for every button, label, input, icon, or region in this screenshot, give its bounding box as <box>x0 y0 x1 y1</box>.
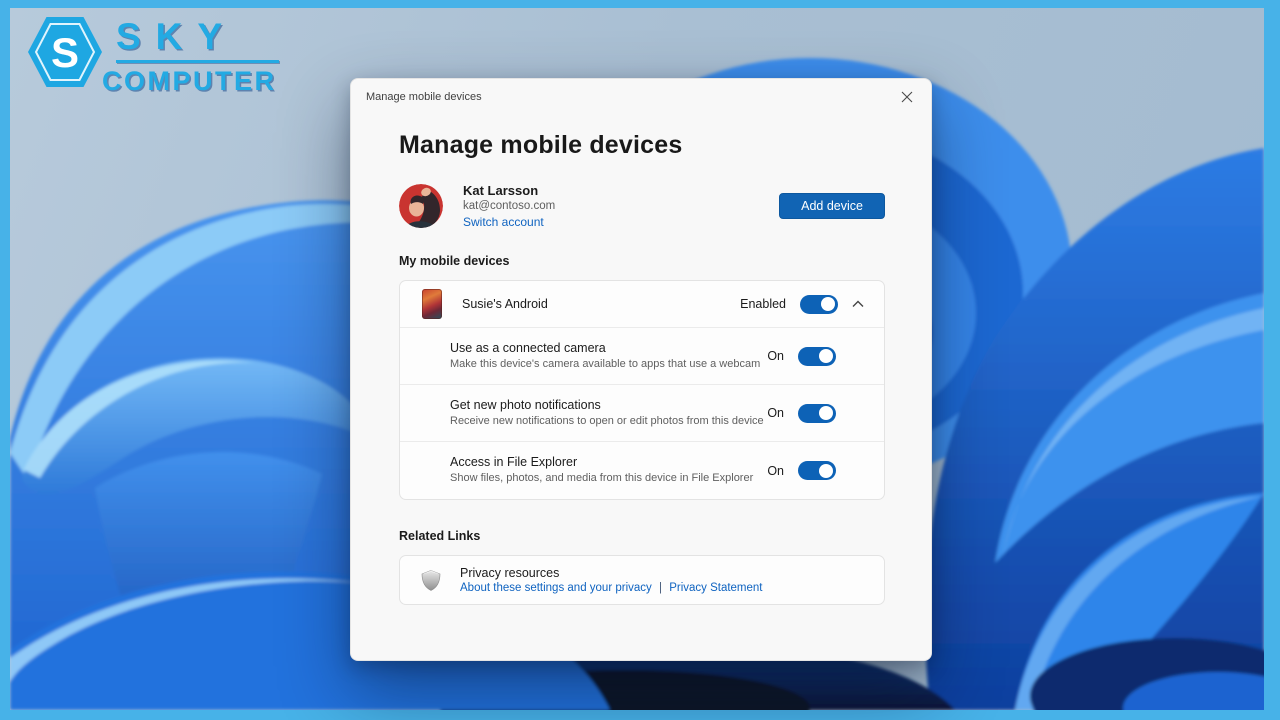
notifications-toggle[interactable] <box>798 403 836 423</box>
dialog-titlebar: Manage mobile devices <box>351 79 931 106</box>
add-device-button[interactable]: Add device <box>779 193 885 219</box>
option-description: Show files, photos, and media from this … <box>450 472 754 485</box>
privacy-statement-link[interactable]: Privacy Statement <box>669 582 762 594</box>
option-row-notifications: Get new photo notifications Receive new … <box>400 385 884 442</box>
toggle-knob <box>819 463 833 478</box>
file-explorer-toggle[interactable] <box>798 461 836 480</box>
page-title: Manage mobile devices <box>399 131 683 159</box>
shield-icon <box>421 569 441 591</box>
camera-toggle[interactable] <box>798 346 836 366</box>
option-title: Get new photo notifications <box>450 397 601 412</box>
toggle-knob <box>819 406 833 420</box>
phone-thumbnail <box>422 289 442 319</box>
toggle-knob <box>819 349 833 363</box>
devices-section-label: My mobile devices <box>399 254 510 268</box>
privacy-settings-link[interactable]: About these settings and your privacy <box>460 582 652 594</box>
option-row-file-explorer: Access in File Explorer Show files, phot… <box>400 442 884 499</box>
option-title: Access in File Explorer <box>450 455 578 470</box>
privacy-resources-card: Privacy resources About these settings a… <box>399 555 885 605</box>
option-description: Make this device's camera available to a… <box>450 357 761 370</box>
account-email: kat@contoso.com <box>463 200 556 212</box>
device-card: Susie's Android Enabled Use as a connect… <box>399 280 885 500</box>
option-row-camera: Use as a connected camera Make this devi… <box>400 328 884 385</box>
brand-underline <box>116 60 279 63</box>
account-name: Kat Larsson <box>463 183 539 198</box>
brand-text-bottom: COMPUTER <box>102 66 277 96</box>
privacy-title: Privacy resources <box>460 566 560 580</box>
switch-account-link[interactable]: Switch account <box>463 215 555 229</box>
option-state-label: On <box>767 349 784 363</box>
hexagon-s-logo-icon: S <box>28 17 102 87</box>
svg-text:S: S <box>51 29 79 76</box>
chevron-up-icon <box>852 300 864 307</box>
avatar <box>399 184 443 228</box>
option-title: Use as a connected camera <box>450 340 606 355</box>
window-title: Manage mobile devices <box>366 91 482 103</box>
avatar-photo <box>399 184 443 228</box>
option-state-label: On <box>767 406 784 420</box>
device-name: Susie's Android <box>462 297 548 311</box>
sky-computer-watermark: S SKY COMPUTER <box>28 14 279 95</box>
collapse-chevron[interactable] <box>852 300 864 308</box>
link-separator: | <box>658 582 662 594</box>
toggle-knob <box>821 297 835 311</box>
device-state-label: Enabled <box>740 297 786 311</box>
option-description: Receive new notifications to open or edi… <box>450 414 764 427</box>
device-enabled-toggle[interactable] <box>800 294 838 314</box>
related-links-label: Related Links <box>399 529 481 543</box>
close-button[interactable] <box>898 88 916 106</box>
device-header-row[interactable]: Susie's Android Enabled <box>400 281 884 328</box>
option-state-label: On <box>767 463 784 478</box>
brand-text-top: SKY <box>116 16 238 57</box>
close-icon <box>901 91 913 103</box>
manage-mobile-devices-dialog: Manage mobile devices Manage mobile devi… <box>350 78 932 661</box>
account-row: Kat Larsson kat@contoso.com Switch accou… <box>399 183 885 229</box>
